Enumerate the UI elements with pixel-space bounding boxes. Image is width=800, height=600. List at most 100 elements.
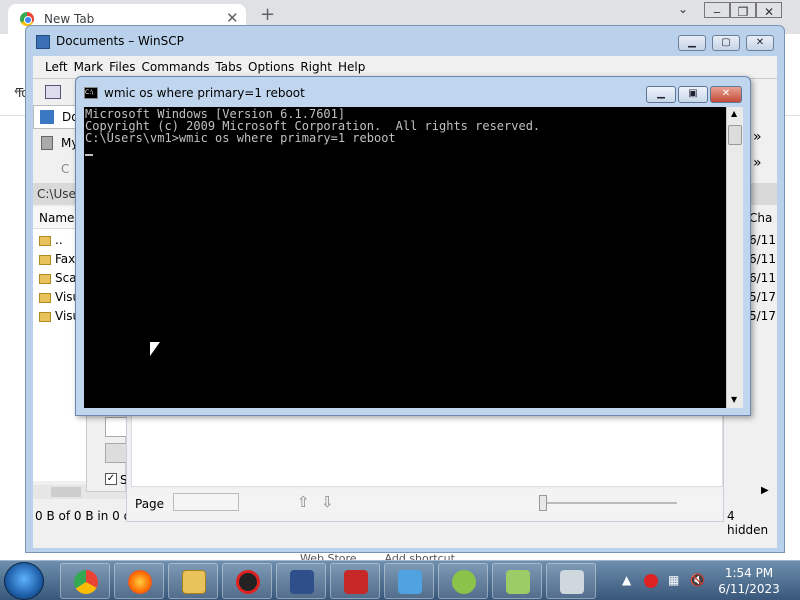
cmd-minimize-button[interactable]: ▁ [646,86,676,103]
inner-button[interactable] [105,443,127,463]
status-right: 4 hidden [727,509,769,537]
video-icon [344,570,368,594]
security-icon[interactable] [644,574,658,588]
page-down-icon[interactable]: ⇩ [321,493,334,511]
close-icon[interactable]: ✕ [756,2,782,19]
clock-date: 6/11/2023 [718,582,780,596]
taskbar-firefox[interactable] [114,563,164,599]
menu-right[interactable]: Right [300,56,332,78]
start-button[interactable] [4,562,44,600]
folder-icon [39,254,51,265]
list-item[interactable]: Visu [39,309,80,323]
taskbar-explorer[interactable] [168,563,218,599]
viewer-footer: Page ⇧ ⇩ [127,489,723,519]
changed-cell: 5/17 [749,309,776,323]
menu-options[interactable]: Options [248,56,294,78]
zoom-slider-track[interactable] [539,502,677,504]
list-item[interactable]: Sca [39,271,77,285]
taskbar-app-tools[interactable] [438,563,488,599]
winscp-menubar: Left Mark Files Commands Tabs Options Right Hel… [33,56,777,78]
winscp-icon [36,35,50,49]
cmd-icon: C:\ [84,87,98,99]
dashboard-icon [398,570,422,594]
changed-cell: 6/11 [749,252,776,266]
column-changed-header[interactable]: Cha [749,211,772,225]
chevron-icon[interactable]: » [753,155,762,171]
menu-commands[interactable]: Commands [142,56,210,78]
folder-icon [39,311,51,322]
zoom-slider-thumb[interactable] [539,495,547,511]
scroll-thumb[interactable] [728,125,742,145]
scroll-right-arrow[interactable]: ▶ [761,485,769,496]
chrome-icon [20,12,34,26]
viewer-area [131,413,723,487]
menu-help[interactable]: Help [338,56,365,78]
winscp-maximize-button[interactable]: ▢ [712,35,740,51]
folder-icon [39,292,51,303]
taskbar-app-video[interactable] [330,563,380,599]
chevron-icon[interactable]: » [753,129,762,145]
minimize-icon[interactable]: ‒ [704,2,730,19]
changed-cell: 6/11 [749,233,776,247]
console-scrollbar[interactable]: ▲ ▼ [726,107,743,408]
tab-c-label: C [61,162,70,176]
taskbar-app-dashboard[interactable] [384,563,434,599]
taskbar-app-printer[interactable] [546,563,596,599]
scroll-thumb[interactable] [51,487,81,497]
firefox-icon [128,570,152,594]
console-line: C:\Users\vm1>wmic os where primary=1 reb… [85,131,396,145]
menu-tabs[interactable]: Tabs [215,56,242,78]
cmd-window: C:\ wmic os where primary=1 reboot ▁ ▣ ✕… [75,76,751,416]
clock[interactable]: 1:54 PM 6/11/2023 [700,565,798,597]
console-output[interactable]: Microsoft Windows [Version 6.1.7601] Copy… [84,107,726,408]
printer-icon [560,570,584,594]
folder-icon [39,273,51,284]
menu-left[interactable]: Left [45,56,68,78]
changed-cell: 6/11 [749,271,776,285]
taskbar: ▲ ▦ 🔇 1:54 PM 6/11/2023 [0,560,800,600]
drive-icon [41,136,53,150]
list-item[interactable]: .. [39,233,63,247]
taskbar-app-photo[interactable] [276,563,326,599]
cmd-close-button[interactable]: ✕ [710,86,742,103]
app-icon [236,570,260,594]
sync-icon[interactable] [45,85,61,99]
documents-icon [40,110,54,124]
winscp-minimize-button[interactable]: ▁ [678,35,706,51]
menu-mark[interactable]: Mark [74,56,104,78]
taskbar-app-red[interactable] [222,563,272,599]
changed-cell: 5/17 [749,290,776,304]
inner-field[interactable] [105,417,127,437]
photo-icon [290,570,314,594]
restore-icon[interactable]: ❐ [730,2,756,19]
page-up-icon[interactable]: ⇧ [297,493,310,511]
console-cursor [85,154,93,156]
scroll-up-icon[interactable]: ▲ [731,109,737,118]
cmd-maximize-button[interactable]: ▣ [678,86,708,103]
inner-left-controls: ✓ S [86,412,128,492]
mouse-pointer-icon [150,342,160,356]
list-item[interactable]: Visu [39,290,80,304]
winscp-title: Documents – WinSCP [56,34,184,48]
winscp-close-button[interactable]: ✕ [746,35,774,51]
parent-folder-icon [39,235,51,246]
list-item[interactable]: Fax [39,252,75,266]
checkbox[interactable]: ✓ [105,473,117,485]
folder-icon [182,570,206,594]
chrome-icon [74,570,98,594]
network-icon [506,570,530,594]
chevron-down-icon[interactable]: ⌄ [670,0,696,20]
page-label: Page [135,497,165,511]
page-input[interactable] [173,493,239,511]
tools-icon [452,570,476,594]
scroll-down-icon[interactable]: ▼ [731,395,737,404]
show-hidden-icons[interactable]: ▲ [622,573,631,587]
menu-files[interactable]: Files [109,56,135,78]
network-tray-icon[interactable]: ▦ [668,573,679,587]
taskbar-chrome[interactable] [60,563,110,599]
cmd-title: wmic os where primary=1 reboot [104,86,305,100]
new-tab-button[interactable]: + [260,4,275,25]
taskbar-app-network[interactable] [492,563,542,599]
viewer-pane: Page ⇧ ⇩ [126,412,724,522]
column-name-label: Name [39,211,75,225]
